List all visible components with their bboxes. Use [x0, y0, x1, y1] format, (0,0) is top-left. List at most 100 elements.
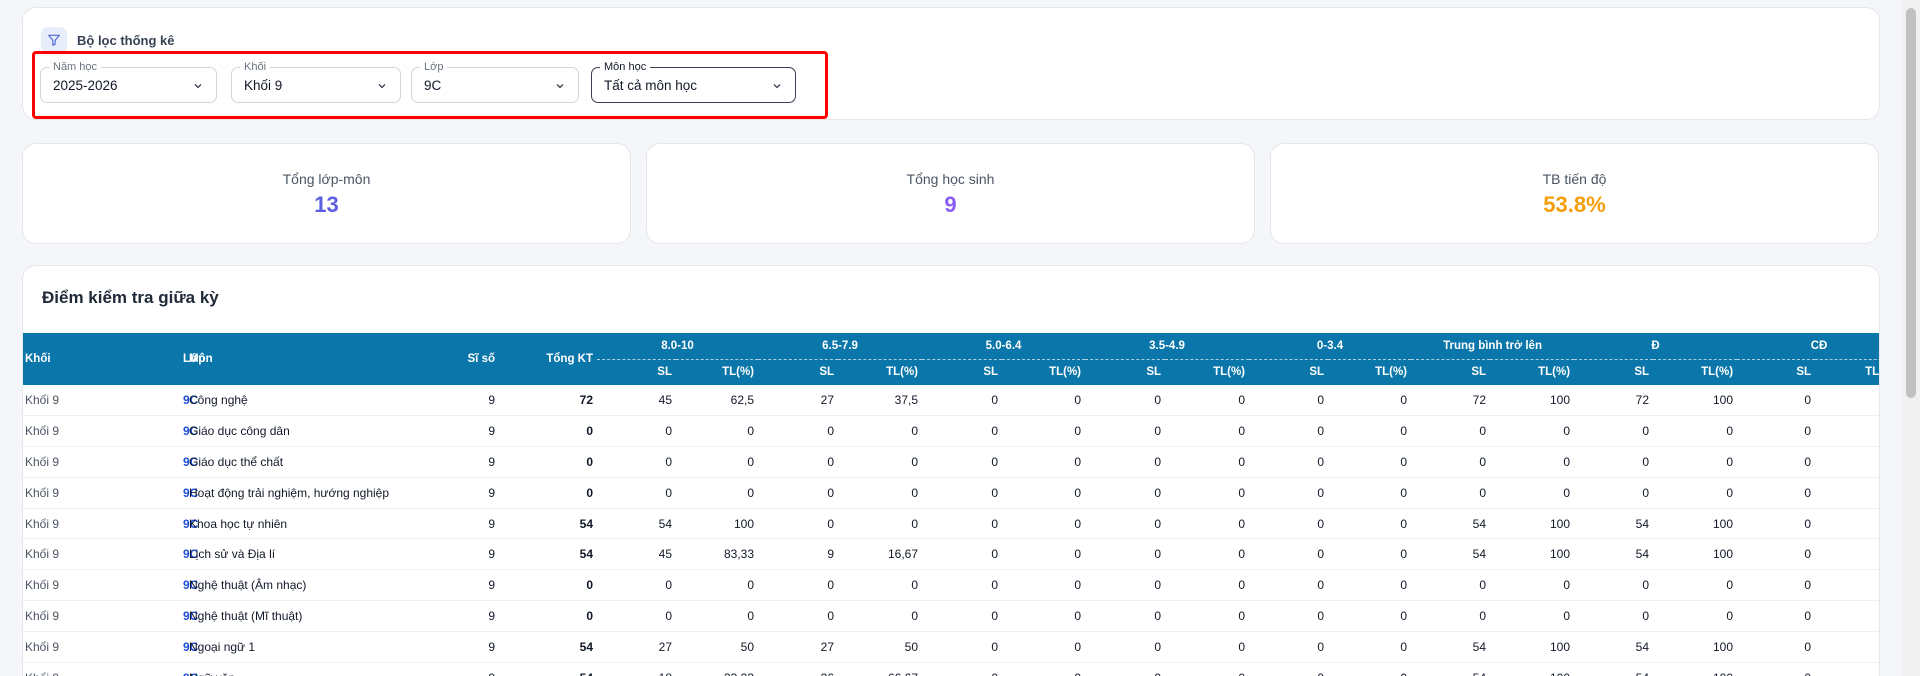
class-link[interactable]: 9C	[103, 385, 198, 417]
cell-siso: 9	[449, 631, 499, 663]
header-tl: TL(%)	[1328, 359, 1412, 385]
cell-tongkt: 0	[499, 477, 597, 509]
class-link[interactable]: 9C	[103, 569, 198, 602]
cell: 0	[1085, 508, 1166, 540]
cell: 0	[676, 477, 759, 509]
cell: 0	[1328, 662, 1412, 676]
stat-value: 53.8%	[1543, 192, 1606, 217]
cell-mon: Nghệ thuật (Mĩ thuật)	[187, 600, 449, 632]
table-row[interactable]: Khối 9 9C Ngoại ngữ 1 9 54 27 50 27 50 0 0 0 0 0 0 54 10…	[23, 631, 1879, 663]
cell: 0	[1815, 477, 1879, 509]
cell: 0	[838, 508, 923, 540]
class-select[interactable]: Lớp 9C	[411, 61, 579, 103]
stat-avg-progress: TB tiến độ 53.8%	[1270, 143, 1879, 244]
school-year-select[interactable]: Năm học 2025-2026	[40, 61, 217, 103]
cell: 0	[1411, 477, 1491, 509]
table-row[interactable]: Khối 9 9C Nghệ thuật (Âm nhạc) 9 0 0 0 0 0 0 0 0 0 0 0…	[23, 569, 1879, 602]
cell: 0	[1815, 569, 1879, 602]
table-row[interactable]: Khối 9 9C Khoa học tự nhiên 9 54 54 100 0 0 0 0 0 0 0…	[23, 508, 1879, 540]
header-sl: SL	[597, 359, 676, 385]
cell: 0	[922, 569, 1003, 602]
cell-mon: Hoạt động trải nghiệm, hướng nghiệp	[187, 477, 449, 509]
cell: 0	[1574, 600, 1654, 632]
header-group: 8.0-10	[597, 333, 759, 360]
header-tl: TL(%)	[1815, 359, 1879, 385]
subject-select[interactable]: Môn học Tất cả môn học	[591, 61, 796, 103]
cell: 0	[1328, 631, 1412, 663]
header-group: 0-3.4	[1249, 333, 1412, 360]
school-year-value: 2025-2026	[53, 78, 118, 93]
table-row[interactable]: Khối 9 9C Giáo dục công dân 9 0 0 0 0 0 0 0 0 0 0 0 0 0 0…	[23, 415, 1879, 448]
grade-select[interactable]: Khối Khối 9	[231, 61, 401, 103]
scrollbar-thumb[interactable]	[1906, 8, 1916, 398]
cell: 72	[1411, 385, 1491, 417]
class-link[interactable]: 9C	[103, 446, 198, 478]
cell: 16,67	[838, 538, 923, 571]
class-link[interactable]: 9C	[103, 600, 198, 632]
cell: 0	[922, 446, 1003, 478]
header-tl: TL(%)	[1002, 359, 1086, 385]
cell: 27	[758, 385, 839, 417]
cell-mon: Công nghệ	[187, 385, 449, 417]
header-tl: TL(%)	[1165, 359, 1250, 385]
cell: 0	[1411, 415, 1491, 448]
cell-khoi: Khối 9	[23, 569, 103, 602]
class-label: Lớp	[420, 61, 448, 73]
cell: 0	[1574, 446, 1654, 478]
cell: 0	[1165, 385, 1250, 417]
class-link[interactable]: 9C	[103, 538, 198, 571]
filter-icon	[41, 27, 67, 53]
cell-siso: 9	[449, 385, 499, 417]
class-link[interactable]: 9C	[103, 477, 198, 509]
cell: 50	[676, 631, 759, 663]
header-group: Đ	[1574, 333, 1738, 360]
class-link[interactable]: 9C	[103, 508, 198, 540]
cell: 0	[676, 569, 759, 602]
cell: 36	[758, 662, 839, 676]
class-link[interactable]: 9C	[103, 631, 198, 663]
table-row[interactable]: Khối 9 9C Công nghệ 9 72 45 62,5 27 37,5 0 0 0 0 0 0 72…	[23, 385, 1879, 417]
table-row[interactable]: Khối 9 9C Hoạt động trải nghiệm, hướng ngh…	[23, 477, 1879, 509]
cell: 54	[1411, 662, 1491, 676]
cell: 54	[597, 508, 676, 540]
table-row[interactable]: Khối 9 9C Lịch sử và Địa lí 9 54 45 83,33 9 16,6…	[23, 538, 1879, 571]
cell: 0	[1085, 569, 1166, 602]
cell-siso: 9	[449, 477, 499, 509]
table-row[interactable]: Khối 99CNgữ văn9541833,333666,6700000054…	[23, 662, 1879, 676]
cell: 0	[1737, 446, 1816, 478]
header-tl: TL(%)	[1653, 359, 1738, 385]
table-row[interactable]: Khối 9 9C Nghệ thuật (Mĩ thuật) 9 0 0 0 0 0 0 0 0 0 0…	[23, 600, 1879, 632]
cell-khoi: Khối 9	[23, 446, 103, 478]
cell: 27	[758, 631, 839, 663]
cell: 0	[1815, 662, 1879, 676]
class-link[interactable]: 9C	[103, 415, 198, 448]
main-content: Bộ lọc thống kê Năm học 2025-2026 Khối K…	[22, 7, 1880, 676]
cell: 100	[676, 508, 759, 540]
stats-row: Tổng lớp-môn 13 Tổng học sinh 9 TB tiến …	[22, 143, 1880, 244]
cell: 0	[1653, 477, 1738, 509]
cell: 0	[1328, 538, 1412, 571]
cell-khoi: Khối 9	[23, 631, 103, 663]
cell-mon: Lịch sử và Địa lí	[187, 538, 449, 571]
cell-mon: Nghệ thuật (Âm nhạc)	[187, 569, 449, 602]
class-value: 9C	[424, 78, 442, 93]
cell-tongkt: 54	[499, 508, 597, 540]
table-row[interactable]: Khối 9 9C Giáo dục thể chất 9 0 0 0 0 0 0 0 0 0 0 0 0 0 0…	[23, 446, 1879, 478]
cell: 54	[1411, 538, 1491, 571]
table-body: Khối 9 9C Công nghệ 9 72 45 62,5 27 37,5 0 0 0 0 0 0 72…	[23, 385, 1879, 676]
cell: 0	[1085, 415, 1166, 448]
scrollbar[interactable]	[1902, 0, 1920, 676]
stat-value: 13	[314, 192, 339, 217]
cell: 0	[922, 600, 1003, 632]
cell: 0	[1574, 569, 1654, 602]
cell: 100	[1490, 385, 1575, 417]
cell-tongkt: 54	[499, 631, 597, 663]
cell: 0	[1653, 446, 1738, 478]
cell: 100	[1490, 662, 1575, 676]
cell: 0	[922, 385, 1003, 417]
header-group: 6.5-7.9	[758, 333, 923, 360]
class-link[interactable]: 9C	[103, 662, 198, 676]
cell-mon: Ngữ văn	[187, 662, 449, 676]
cell: 0	[1249, 631, 1329, 663]
cell-tongkt: 54	[499, 662, 597, 676]
